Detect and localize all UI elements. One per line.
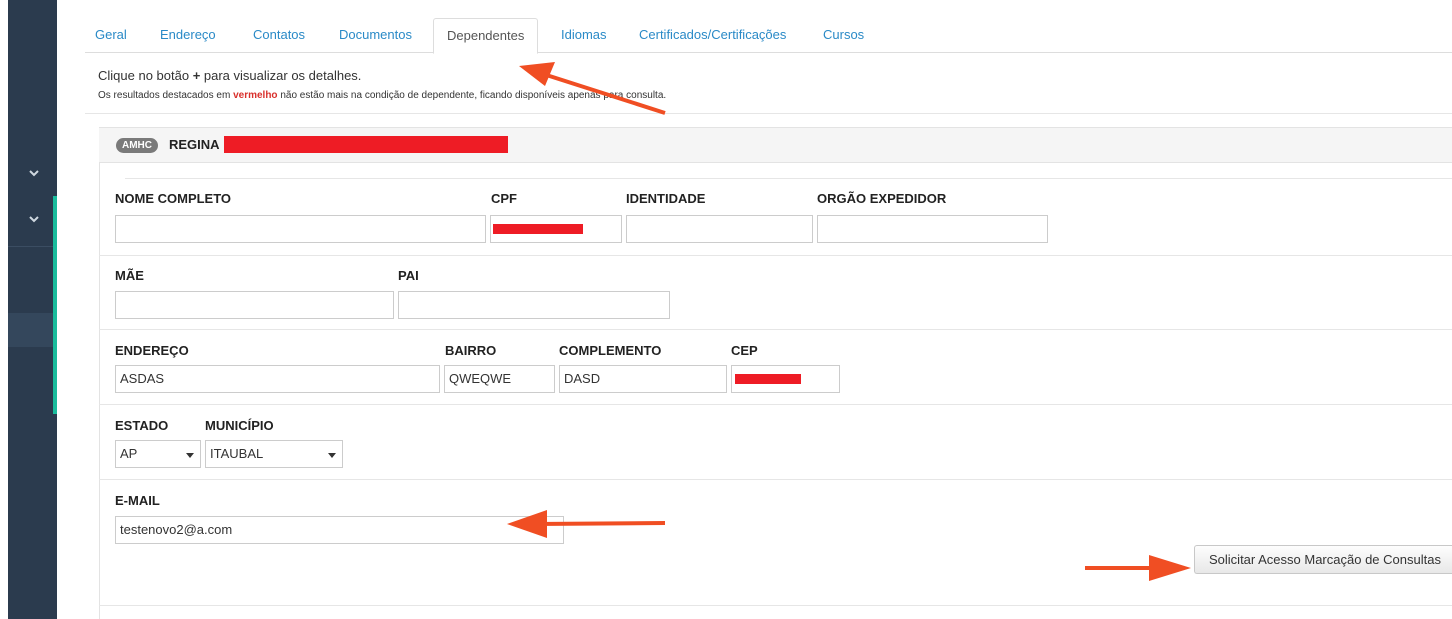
divider bbox=[99, 404, 1452, 405]
tab-documentos[interactable]: Documentos bbox=[339, 18, 412, 52]
identidade-field[interactable] bbox=[626, 215, 813, 243]
estado-select[interactable]: AP bbox=[115, 440, 201, 468]
label-identidade: IDENTIDADE bbox=[626, 191, 706, 206]
highlight-red-text: vermelho bbox=[233, 90, 278, 101]
label-pai: PAI bbox=[398, 268, 419, 283]
endereco-field[interactable]: ASDAS bbox=[115, 365, 440, 393]
divider bbox=[99, 605, 1452, 606]
cpf-field[interactable] bbox=[490, 215, 622, 243]
complemento-field[interactable]: DASD bbox=[559, 365, 727, 393]
annotation-arrow-icon bbox=[507, 510, 666, 538]
divider bbox=[99, 329, 1452, 330]
tab-dependentes[interactable]: Dependentes bbox=[433, 18, 539, 54]
label-bairro: BAIRRO bbox=[445, 343, 497, 358]
bairro-field[interactable]: QWEQWE bbox=[444, 365, 555, 393]
divider bbox=[99, 479, 1452, 480]
chevron-down-icon bbox=[29, 170, 39, 177]
cep-field[interactable] bbox=[731, 365, 840, 393]
solicitar-acesso-button[interactable]: Solicitar Acesso Marcação de Consultas bbox=[1194, 545, 1452, 574]
sidebar-subitem-active[interactable] bbox=[8, 313, 53, 347]
tab-endereco[interactable]: Endereço bbox=[160, 18, 216, 52]
dependent-header[interactable]: AMHC REGINA bbox=[99, 127, 1452, 163]
tab-idiomas[interactable]: Idiomas bbox=[561, 18, 607, 52]
label-mae: MÃE bbox=[115, 268, 144, 283]
divider bbox=[125, 178, 1452, 179]
sidebar-menu-item-1[interactable] bbox=[8, 150, 57, 196]
caret-down-icon bbox=[186, 453, 194, 458]
tab-contatos[interactable]: Contatos bbox=[253, 18, 305, 52]
sidebar bbox=[8, 0, 57, 619]
label-cpf: CPF bbox=[491, 191, 517, 206]
instruction-text: para visualizar os detalhes. bbox=[200, 68, 362, 83]
municipio-selected-value: ITAUBAL bbox=[210, 446, 264, 461]
tab-certificados[interactable]: Certificados/Certificações bbox=[639, 18, 786, 52]
pai-field[interactable] bbox=[398, 291, 670, 319]
label-email: E-MAIL bbox=[115, 493, 160, 508]
instruction-text: Clique no botão bbox=[98, 68, 193, 83]
email-field[interactable]: testenovo2@a.com bbox=[115, 516, 564, 544]
estado-selected-value: AP bbox=[120, 446, 138, 461]
dependent-name: REGINA bbox=[169, 137, 220, 152]
annotation-arrow-icon bbox=[1085, 555, 1191, 581]
label-municipio: MUNICÍPIO bbox=[205, 418, 274, 433]
label-orgao-expedidor: ORGÃO EXPEDIDOR bbox=[817, 191, 947, 206]
chevron-down-icon bbox=[29, 216, 39, 223]
municipio-select[interactable]: ITAUBAL bbox=[205, 440, 343, 468]
tab-cursos[interactable]: Cursos bbox=[823, 18, 864, 52]
nome-completo-field[interactable] bbox=[115, 215, 486, 243]
orgao-expedidor-field[interactable] bbox=[817, 215, 1048, 243]
label-complemento: COMPLEMENTO bbox=[559, 343, 662, 358]
divider bbox=[99, 255, 1452, 256]
dependent-badge: AMHC bbox=[116, 138, 158, 153]
redaction-bar bbox=[493, 224, 583, 234]
sidebar-menu-item-2[interactable] bbox=[8, 196, 57, 414]
instruction-text: Os resultados destacados em bbox=[98, 90, 234, 101]
divider bbox=[85, 113, 1452, 114]
redaction-bar bbox=[224, 136, 508, 153]
sidebar-divider bbox=[8, 246, 53, 247]
label-estado: ESTADO bbox=[115, 418, 169, 433]
instruction-line-1: Clique no botão + para visualizar os det… bbox=[98, 68, 361, 83]
tab-bar: Geral Endereço Contatos Documentos Depen… bbox=[85, 18, 1452, 54]
caret-down-icon bbox=[328, 453, 336, 458]
label-nome-completo: NOME COMPLETO bbox=[115, 191, 232, 206]
mae-field[interactable] bbox=[115, 291, 394, 319]
redaction-bar bbox=[735, 374, 801, 384]
annotation-arrow-icon bbox=[519, 62, 666, 115]
tab-geral[interactable]: Geral bbox=[95, 18, 127, 52]
label-endereco: ENDEREÇO bbox=[115, 343, 189, 358]
label-cep: CEP bbox=[731, 343, 758, 358]
